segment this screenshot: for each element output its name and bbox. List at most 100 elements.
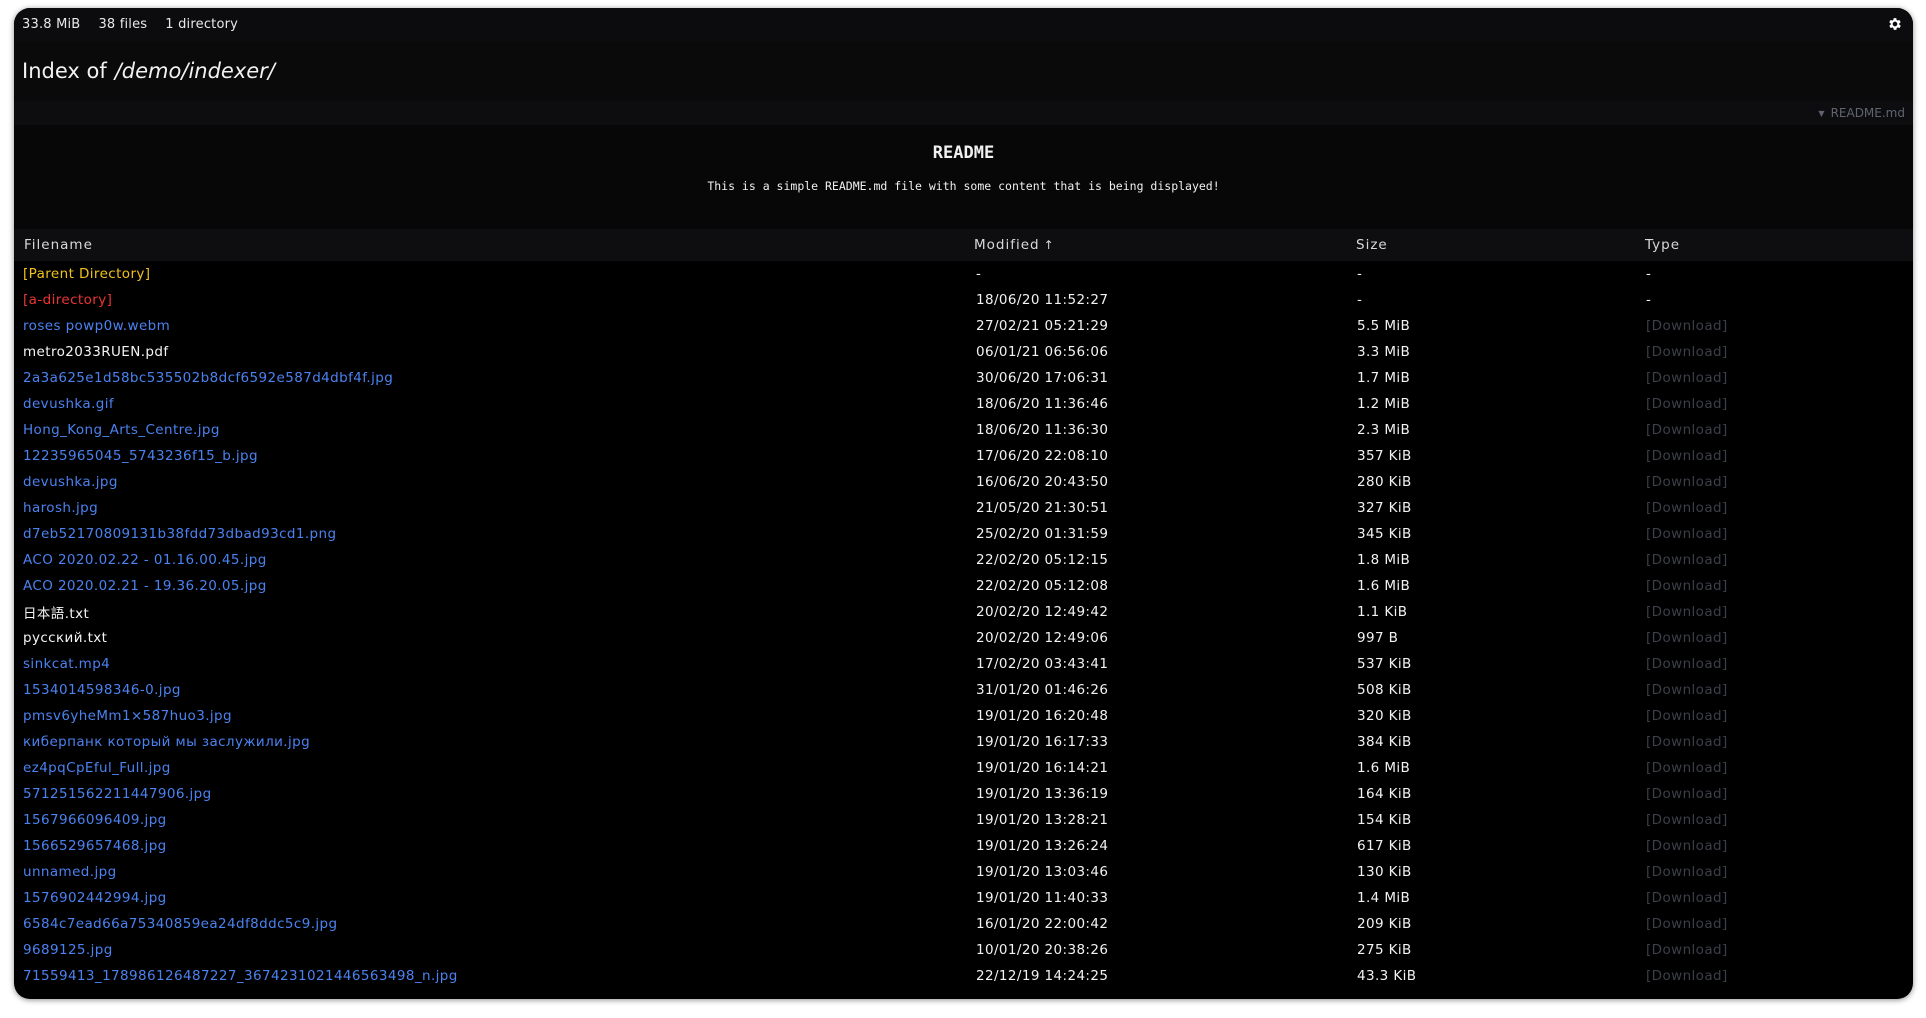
modified-cell: 31/01/20 01:46:26 [976,682,1109,698]
download-link[interactable]: [Download] [1644,807,1913,833]
size-cell: 1.2 MiB [1357,396,1411,412]
file-link[interactable]: devushka.jpg [23,474,118,490]
file-link[interactable]: 1566529657468.jpg [23,838,167,854]
download-link[interactable]: [Download] [1644,911,1913,937]
download-link[interactable]: [Download] [1644,755,1913,781]
file-link[interactable]: киберпанк который мы заслужили.jpg [23,734,310,750]
table-row: 12235965045_5743236f15_b.jpg 17/06/20 22:… [14,443,1913,469]
modified-cell: 18/06/20 11:52:27 [976,292,1109,308]
file-link[interactable]: 2a3a625e1d58bc535502b8dcf6592e587d4dbf4f… [23,370,393,386]
download-link[interactable]: [Download] [1644,859,1913,885]
file-link[interactable]: devushka.gif [23,396,114,412]
size-cell: 130 KiB [1357,864,1412,880]
size-cell: 2.3 MiB [1357,422,1411,438]
modified-cell: 20/02/20 12:49:06 [976,630,1109,646]
file-link[interactable]: harosh.jpg [23,500,98,516]
table-row: roses powp0w.webm 27/02/21 05:21:29 5.5 Mi… [14,313,1913,339]
table-row: d7eb52170809131b38fdd73dbad93cd1.png 25/0… [14,521,1913,547]
download-link[interactable]: [Download] [1644,443,1913,469]
download-link[interactable]: [Download] [1644,521,1913,547]
file-link[interactable]: ACO 2020.02.22 - 01.16.00.45.jpg [23,552,267,568]
modified-cell: 21/05/20 21:30:51 [976,500,1109,516]
size-cell: 327 KiB [1357,500,1412,516]
download-link[interactable]: [Download] [1644,339,1913,365]
file-link[interactable]: 1576902442994.jpg [23,890,167,906]
parent-directory-link[interactable]: [Parent Directory] [23,266,150,282]
file-link[interactable]: 12235965045_5743236f15_b.jpg [23,448,258,464]
modified-cell: - [976,266,982,282]
size-cell: 384 KiB [1357,734,1412,750]
table-row: 1576902442994.jpg 19/01/20 11:40:33 1.4 Mi… [14,885,1913,911]
file-link[interactable]: ACO 2020.02.21 - 19.36.20.05.jpg [23,578,267,594]
total-size: 33.8 MiB [22,17,81,32]
file-link[interactable]: sinkcat.mp4 [23,656,110,672]
size-cell: 280 KiB [1357,474,1412,490]
file-link[interactable]: 1534014598346-0.jpg [23,682,181,698]
modified-cell: 16/01/20 22:00:42 [976,916,1109,932]
table-row: pmsv6yheMm1×587huo3.jpg 19/01/20 16:20:48… [14,703,1913,729]
file-link[interactable]: 571251562211447906.jpg [23,786,212,802]
download-link[interactable]: [Download] [1644,885,1913,911]
download-link[interactable]: [Download] [1644,963,1913,989]
column-modified[interactable]: Modified ↑ [973,229,1355,261]
column-type[interactable]: Type [1644,229,1913,261]
download-link[interactable]: [Download] [1644,781,1913,807]
download-link[interactable]: [Download] [1644,625,1913,651]
download-link[interactable]: [Download] [1644,469,1913,495]
column-filename[interactable]: Filename [14,229,973,261]
download-link[interactable]: [Download] [1644,391,1913,417]
modified-cell: 18/06/20 11:36:46 [976,396,1109,412]
file-link[interactable]: 6584c7ead66a75340859ea24df8ddc5c9.jpg [23,916,338,932]
download-link[interactable]: [Download] [1644,417,1913,443]
download-link[interactable]: [Download] [1644,729,1913,755]
download-link[interactable]: [Download] [1644,703,1913,729]
caret-down-icon: ▼ [1818,108,1825,118]
file-link[interactable]: unnamed.jpg [23,864,117,880]
file-link[interactable]: roses powp0w.webm [23,318,170,334]
directory-link[interactable]: [a-directory] [23,292,112,308]
readme-heading: README [932,143,995,163]
readme-toggle[interactable]: ▼ README.md [14,101,1913,125]
readme-body: This is a simple README.md file with som… [707,179,1220,193]
file-link[interactable]: 1567966096409.jpg [23,812,167,828]
file-link[interactable]: metro2033RUEN.pdf [23,344,169,360]
download-link[interactable]: [Download] [1644,547,1913,573]
table-row: unnamed.jpg 19/01/20 13:03:46 130 KiB [Down… [14,859,1913,885]
file-link[interactable]: 9689125.jpg [23,942,113,958]
download-link[interactable]: [Download] [1644,833,1913,859]
file-link[interactable]: 71559413_178986126487227_367423102144656… [23,968,458,984]
download-link[interactable]: [Download] [1644,677,1913,703]
size-cell: 5.5 MiB [1357,318,1411,334]
file-link[interactable]: 日本語.txt [23,606,89,622]
table-row: devushka.jpg 16/06/20 20:43:50 280 KiB [Dow… [14,469,1913,495]
download-link[interactable]: [Download] [1644,313,1913,339]
file-link[interactable]: pmsv6yheMm1×587huo3.jpg [23,708,232,724]
download-link[interactable]: [Download] [1644,937,1913,963]
column-size[interactable]: Size [1355,229,1644,261]
current-path: /demo/indexer/ [114,59,275,83]
modified-cell: 10/01/20 20:38:26 [976,942,1109,958]
modified-cell: 16/06/20 20:43:50 [976,474,1109,490]
file-link[interactable]: ez4pqCpEful_Full.jpg [23,760,171,776]
modified-cell: 22/12/19 14:24:25 [976,968,1109,984]
modified-cell: 19/01/20 13:36:19 [976,786,1109,802]
size-cell: 154 KiB [1357,812,1412,828]
file-link[interactable]: русский.txt [23,630,107,646]
download-link[interactable]: [Download] [1644,599,1913,625]
table-row: 9689125.jpg 10/01/20 20:38:26 275 KiB [Down… [14,937,1913,963]
size-cell: 508 KiB [1357,682,1412,698]
download-link[interactable]: [Download] [1644,365,1913,391]
table-row: [Parent Directory] - - - [14,261,1913,287]
file-link[interactable]: Hong_Kong_Arts_Centre.jpg [23,422,220,438]
download-link[interactable]: [Download] [1644,651,1913,677]
download-link[interactable]: [Download] [1644,573,1913,599]
page-title: Index of [22,59,107,83]
size-cell: 1.7 MiB [1357,370,1411,386]
table-row: русский.txt 20/02/20 12:49:06 997 B [Downlo… [14,625,1913,651]
file-link[interactable]: d7eb52170809131b38fdd73dbad93cd1.png [23,526,336,542]
table-row: ACO 2020.02.22 - 01.16.00.45.jpg 22/02/20… [14,547,1913,573]
download-link[interactable]: [Download] [1644,495,1913,521]
modified-cell: 19/01/20 13:26:24 [976,838,1109,854]
page-header: Index of /demo/indexer/ [14,41,1913,101]
gear-icon[interactable] [1887,16,1903,32]
